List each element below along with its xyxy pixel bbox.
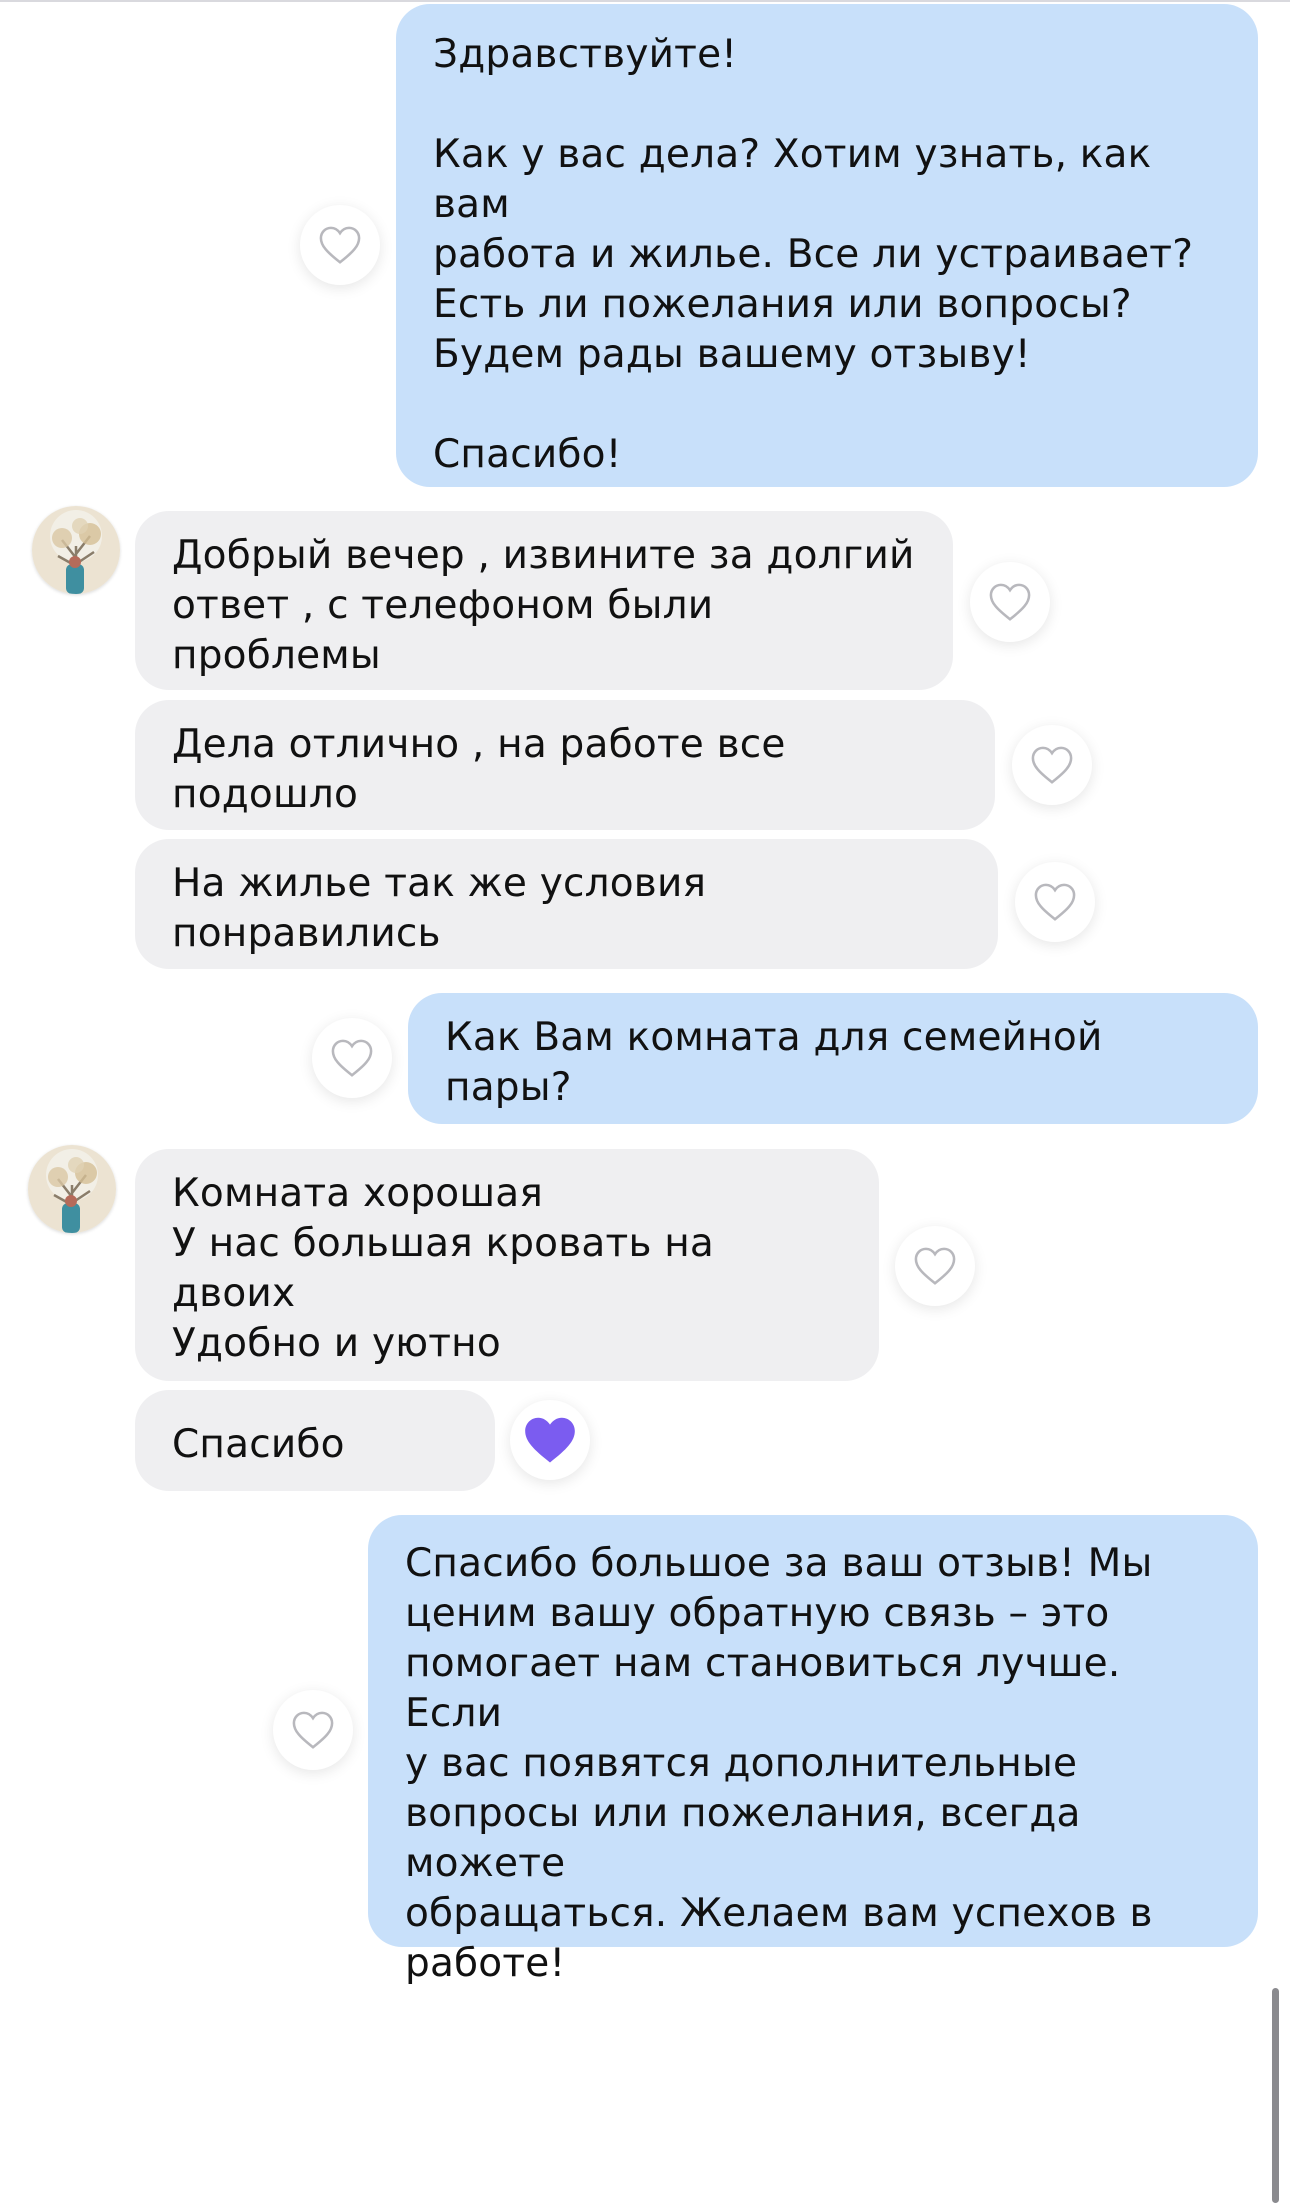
like-button-active[interactable] bbox=[510, 1400, 590, 1480]
contact-avatar[interactable] bbox=[28, 1145, 116, 1233]
like-button[interactable] bbox=[300, 205, 380, 285]
like-button[interactable] bbox=[312, 1018, 392, 1098]
message-bubble-outgoing[interactable]: Как Вам комната для семейной пары? bbox=[408, 993, 1258, 1124]
message-bubble-incoming[interactable]: Дела отлично , на работе все подошло bbox=[135, 700, 995, 830]
scrollbar[interactable] bbox=[1272, 1988, 1279, 2203]
message-bubble-incoming[interactable]: На жилье так же условия понравились bbox=[135, 839, 998, 969]
message-bubble-outgoing[interactable]: Здравствуйте! Как у вас дела? Хотим узна… bbox=[396, 4, 1258, 487]
heart-outline-icon bbox=[989, 583, 1031, 621]
heart-outline-icon bbox=[1031, 746, 1073, 784]
heart-outline-icon bbox=[914, 1247, 956, 1285]
message-bubble-incoming[interactable]: Комната хорошая У нас большая кровать на… bbox=[135, 1149, 879, 1381]
heart-outline-icon bbox=[292, 1711, 334, 1749]
message-bubble-incoming[interactable]: Спасибо bbox=[135, 1390, 495, 1491]
heart-outline-icon bbox=[331, 1039, 373, 1077]
like-button[interactable] bbox=[273, 1690, 353, 1770]
like-button[interactable] bbox=[970, 562, 1050, 642]
message-bubble-incoming[interactable]: Добрый вечер , извините за долгий ответ … bbox=[135, 511, 953, 690]
like-button[interactable] bbox=[1015, 862, 1095, 942]
top-divider bbox=[0, 0, 1290, 2]
heart-outline-icon bbox=[319, 226, 361, 264]
heart-filled-icon bbox=[525, 1417, 575, 1463]
message-bubble-outgoing[interactable]: Спасибо большое за ваш отзыв! Мы ценим в… bbox=[368, 1515, 1258, 1986]
like-button[interactable] bbox=[1012, 725, 1092, 805]
like-button[interactable] bbox=[895, 1226, 975, 1306]
heart-outline-icon bbox=[1034, 883, 1076, 921]
contact-avatar[interactable] bbox=[32, 506, 120, 594]
